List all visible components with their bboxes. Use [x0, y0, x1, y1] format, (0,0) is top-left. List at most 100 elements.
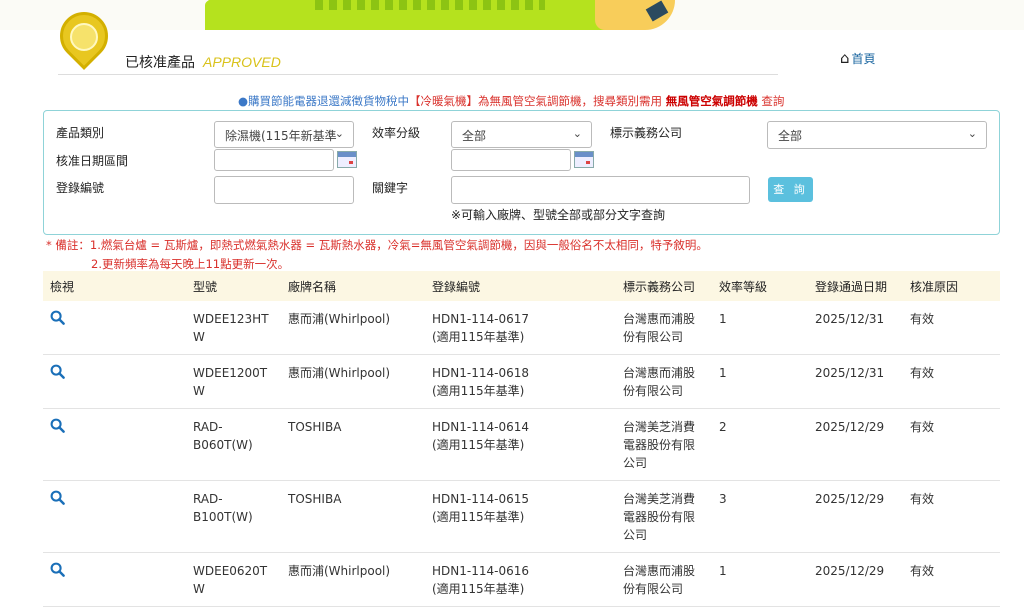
view-cell — [43, 301, 186, 355]
reg-cell: HDN1-114-0618 (適用115年基準) — [425, 354, 616, 409]
table-row: WDEE123HTW 惠而浦(Whirlpool) HDN1-114-0617 (… — [43, 301, 1000, 355]
reg-note: (適用115年基準) — [432, 438, 525, 452]
home-link[interactable]: ⌂ 首頁 — [840, 49, 876, 67]
date-to-input[interactable] — [451, 149, 571, 171]
keyword-label: 關鍵字 — [372, 181, 409, 195]
efficiency-value: 全部 — [462, 129, 487, 143]
company-cell: 台灣惠而浦股份有限公司 — [616, 301, 712, 355]
company-cell: 台灣惠而浦股份有限公司 — [616, 354, 712, 409]
table-row: RAD-B100T(W) TOSHIBA HDN1-114-0615 (適用115… — [43, 480, 1000, 553]
search-icon[interactable] — [50, 562, 65, 581]
company-cell: 台灣美芝消費電器股份有限公司 — [616, 408, 712, 481]
grade-cell: 1 — [712, 552, 808, 607]
reg-number: HDN1-114-0614 — [432, 420, 529, 434]
keyword-input[interactable] — [451, 176, 750, 204]
company-select[interactable]: 全部 ⌄ — [767, 121, 987, 149]
reg-note: (適用115年基準) — [432, 582, 525, 596]
reg-number: HDN1-114-0615 — [432, 492, 529, 506]
reg-label: 登錄編號 — [56, 181, 105, 195]
brand-cell: 惠而浦(Whirlpool) — [281, 552, 425, 607]
table-row: RAD-B060T(W) TOSHIBA HDN1-114-0614 (適用115… — [43, 408, 1000, 481]
reg-number: HDN1-114-0618 — [432, 366, 529, 380]
reg-cell: HDN1-114-0617 (適用115年基準) — [425, 301, 616, 355]
efficiency-select[interactable]: 全部 ⌄ — [451, 121, 592, 148]
notice-part4: 查詢 — [757, 94, 785, 108]
reg-cell: HDN1-114-0616 (適用115年基準) — [425, 552, 616, 607]
remark-2: 2.更新頻率為每天晚上11點更新一次。 — [91, 257, 290, 271]
reg-number: HDN1-114-0616 — [432, 564, 529, 578]
table-row: WDEE0620TW 惠而浦(Whirlpool) HDN1-114-0616 (… — [43, 552, 1000, 607]
home-icon: ⌂ — [840, 49, 850, 67]
model-cell: WDEE0620TW — [186, 552, 281, 607]
date-cell: 2025/12/29 — [808, 480, 903, 553]
results-table: 檢視 型號 廠牌名稱 登錄編號 標示義務公司 效率等級 登錄通過日期 核准原因 … — [43, 271, 1000, 607]
notice-part1: ●購買節能電器退還減徵貨物稅中 — [238, 94, 410, 108]
notice: ●購買節能電器退還減徵貨物稅中【冷暖氣機】為無風管空氣調節機，搜尋類別需用 無風… — [238, 93, 784, 109]
pin-inner-icon — [70, 23, 98, 51]
reason-cell: 有效 — [903, 408, 1000, 481]
search-button[interactable]: 查 詢 — [768, 177, 813, 202]
reg-number: HDN1-114-0617 — [432, 312, 529, 326]
grade-cell: 2 — [712, 408, 808, 481]
company-cell: 台灣美芝消費電器股份有限公司 — [616, 480, 712, 553]
calendar-icon[interactable] — [337, 151, 357, 168]
reason-cell: 有效 — [903, 354, 1000, 409]
search-icon[interactable] — [50, 418, 65, 437]
view-cell — [43, 354, 186, 409]
col-brand: 廠牌名稱 — [281, 271, 425, 301]
company-cell: 台灣惠而浦股份有限公司 — [616, 552, 712, 607]
reg-note: (適用115年基準) — [432, 384, 525, 398]
date-cell: 2025/12/29 — [808, 552, 903, 607]
view-cell — [43, 480, 186, 553]
col-date: 登錄通過日期 — [808, 271, 903, 301]
model-cell: WDEE123HTW — [186, 301, 281, 355]
table-row: WDEE1200TW 惠而浦(Whirlpool) HDN1-114-0618 (… — [43, 354, 1000, 409]
page-title: 已核准產品 APPROVED — [125, 52, 281, 72]
category-label: 產品類別 — [56, 126, 105, 140]
brand-cell: 惠而浦(Whirlpool) — [281, 301, 425, 355]
keyword-hint: ※可輸入廠牌、型號全部或部分文字查詢 — [451, 208, 666, 222]
reg-note: (適用115年基準) — [432, 330, 525, 344]
title-en: APPROVED — [203, 54, 281, 70]
search-icon[interactable] — [50, 310, 65, 329]
brand-cell: 惠而浦(Whirlpool) — [281, 354, 425, 409]
col-grade: 效率等級 — [712, 271, 808, 301]
company-value: 全部 — [778, 129, 803, 143]
brand-cell: TOSHIBA — [281, 480, 425, 553]
model-cell: WDEE1200TW — [186, 354, 281, 409]
title-divider — [58, 74, 778, 75]
chevron-down-icon: ⌄ — [572, 127, 582, 140]
reg-cell: HDN1-114-0614 (適用115年基準) — [425, 408, 616, 481]
col-company: 標示義務公司 — [616, 271, 712, 301]
notice-part2: 【冷暖氣機】為無風管空氣調節機，搜尋類別需用 — [409, 94, 666, 108]
chevron-down-icon: ⌄ — [334, 127, 344, 140]
category-select[interactable]: 除濕機(115年新基準 ⌄ — [214, 121, 354, 148]
home-label: 首頁 — [851, 51, 876, 66]
date-cell: 2025/12/31 — [808, 354, 903, 409]
reg-cell: HDN1-114-0615 (適用115年基準) — [425, 480, 616, 553]
category-value: 除濕機(115年新基準 — [225, 129, 337, 143]
date-from-input[interactable] — [214, 149, 334, 171]
calendar-icon[interactable] — [574, 151, 594, 168]
reason-cell: 有效 — [903, 480, 1000, 553]
grade-cell: 1 — [712, 354, 808, 409]
col-view: 檢視 — [43, 271, 186, 301]
company-label: 標示義務公司 — [610, 126, 683, 140]
remark-1: * 備註：1.燃氣台爐 = 瓦斯爐，即熱式燃氣熱水器 = 瓦斯熱水器，冷氣=無風… — [46, 238, 708, 252]
view-cell — [43, 408, 186, 481]
brand-cell: TOSHIBA — [281, 408, 425, 481]
reason-cell: 有效 — [903, 552, 1000, 607]
search-icon[interactable] — [50, 364, 65, 383]
model-cell: RAD-B100T(W) — [186, 480, 281, 553]
chevron-down-icon: ⌄ — [967, 127, 977, 140]
view-cell — [43, 552, 186, 607]
search-icon[interactable] — [50, 490, 65, 509]
header-banner — [0, 0, 1024, 30]
reg-input[interactable] — [214, 176, 354, 204]
model-cell: RAD-B060T(W) — [186, 408, 281, 481]
date-cell: 2025/12/31 — [808, 301, 903, 355]
efficiency-label: 效率分級 — [372, 126, 421, 140]
banner-houses — [315, 0, 545, 10]
date-cell: 2025/12/29 — [808, 408, 903, 481]
col-reason: 核准原因 — [903, 271, 1000, 301]
